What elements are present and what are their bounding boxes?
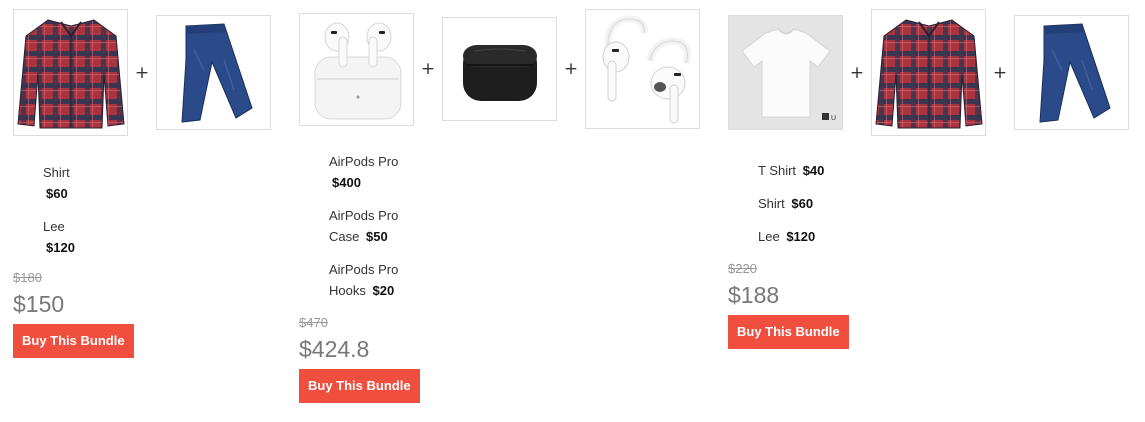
original-price: $470	[299, 315, 328, 330]
buy-bundle-button[interactable]: Buy This Bundle	[728, 315, 849, 349]
plaid-shirt-icon	[874, 18, 983, 128]
plus-sign: +	[563, 59, 579, 79]
item-price: $60	[46, 186, 68, 201]
bundle-item: Shirt $60	[43, 162, 271, 204]
buy-bundle-button[interactable]: Buy This Bundle	[13, 324, 134, 358]
bundle-card-3: U + + T Shirt $40 Shirt $60 Lee $120 $22…	[728, 9, 1129, 349]
bundle-item: Lee $120	[758, 226, 1129, 247]
airpods-pro-image[interactable]	[299, 12, 414, 126]
plus-sign: +	[849, 62, 865, 83]
item-price: $120	[46, 240, 75, 255]
airpods-hooks-image[interactable]	[585, 9, 700, 129]
plus-sign: +	[134, 62, 150, 83]
tshirt-icon: U	[740, 27, 836, 122]
item-name: AirPods Pro	[329, 154, 399, 169]
airpods-case-image[interactable]	[442, 17, 557, 121]
bundle-card-2: + + AirPods Pro $400 AirPods Pro Case $5…	[299, 9, 700, 403]
bundle-item-list: Shirt $60 Lee $120	[13, 162, 271, 258]
original-price: $220	[728, 261, 757, 276]
item-price: $60	[791, 196, 814, 211]
bundle-card-1: + Shirt $60 Lee $120 $180 $150 Buy This …	[13, 9, 271, 358]
item-price: $400	[332, 175, 361, 190]
plaid-shirt-image[interactable]	[13, 9, 128, 136]
bundle-price: $188	[728, 282, 780, 308]
item-price: $40	[802, 163, 825, 178]
jeans-icon	[1038, 23, 1111, 123]
plaid-shirt-icon	[16, 18, 125, 128]
item-name: Shirt	[758, 196, 785, 211]
bundle-price: $424.8	[299, 336, 370, 362]
item-name: AirPods Pro Case	[329, 208, 399, 244]
bundle-price: $150	[13, 291, 65, 317]
bundle-item: AirPods Pro Case $50	[329, 205, 409, 247]
white-tshirt-image[interactable]: U	[728, 15, 843, 130]
bundle-item: Shirt $60	[758, 193, 1129, 214]
item-price: $120	[786, 229, 816, 244]
jeans-image[interactable]	[1014, 15, 1129, 130]
item-name: T Shirt	[758, 163, 797, 178]
item-name: Lee	[43, 219, 65, 234]
plus-sign: +	[992, 62, 1008, 83]
item-price: $50	[365, 229, 388, 244]
bundle-item: AirPods Pro Hooks $20	[329, 259, 409, 301]
jeans-icon	[180, 23, 253, 123]
bundle-images: U + +	[728, 9, 1129, 136]
original-price: $180	[13, 270, 42, 285]
plaid-shirt-image[interactable]	[871, 9, 986, 136]
item-name: Lee	[758, 229, 780, 244]
bundle-item: T Shirt $40	[758, 160, 1129, 181]
bundle-item-list: T Shirt $40 Shirt $60 Lee $120	[728, 160, 1129, 247]
tshirt-tag-text: U	[831, 115, 836, 122]
jeans-image[interactable]	[156, 15, 271, 130]
airpods-hooks-icon	[602, 15, 691, 124]
airpods-case-icon	[462, 45, 537, 101]
item-price: $20	[372, 283, 395, 298]
plus-sign: +	[420, 59, 436, 79]
item-name: Shirt	[43, 165, 70, 180]
bundle-item: Lee $120	[43, 216, 271, 258]
bundle-item: AirPods Pro $400	[329, 151, 700, 193]
bundle-item-list: AirPods Pro $400 AirPods Pro Case $50 Ai…	[299, 151, 700, 301]
bundle-images: + +	[299, 9, 700, 129]
airpods-pro-icon	[314, 22, 401, 120]
buy-bundle-button[interactable]: Buy This Bundle	[299, 369, 420, 403]
bundle-images: +	[13, 9, 271, 136]
